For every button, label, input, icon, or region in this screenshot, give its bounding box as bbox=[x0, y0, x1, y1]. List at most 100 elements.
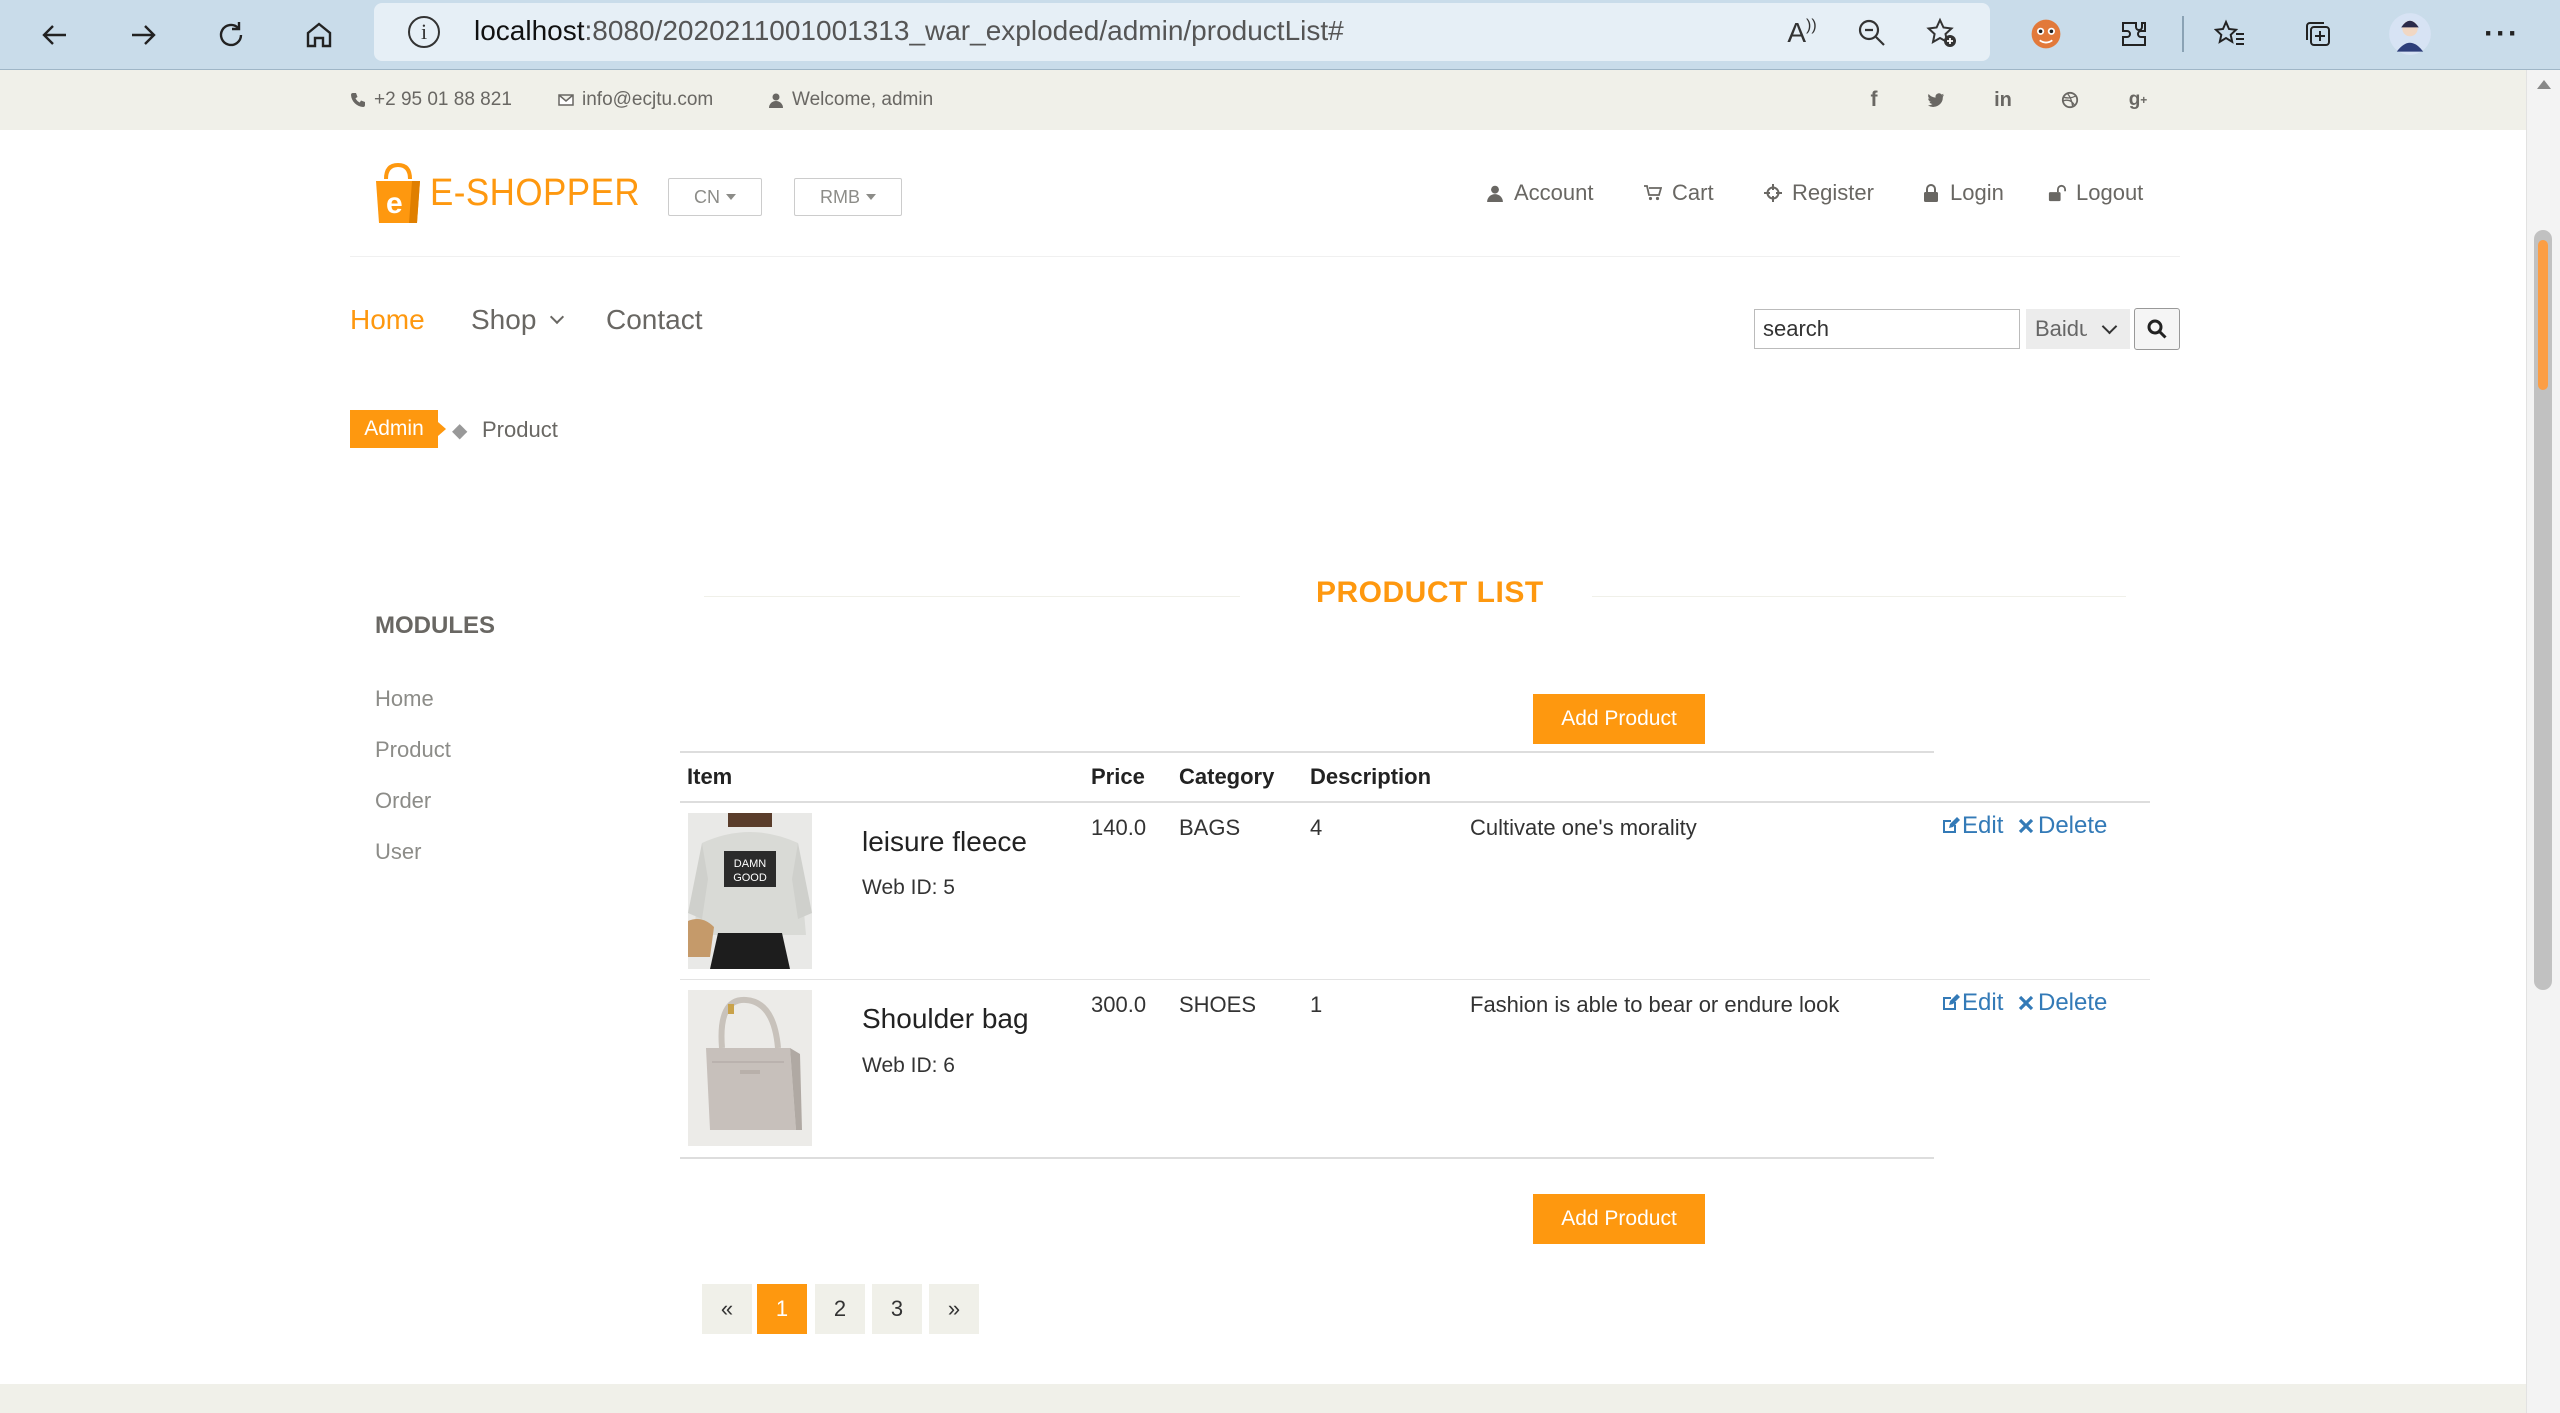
profile-avatar-icon[interactable] bbox=[2386, 10, 2434, 58]
email-contact[interactable]: info@ecjtu.com bbox=[558, 89, 713, 111]
toolbar-divider bbox=[2182, 16, 2184, 52]
more-menu-icon[interactable]: ··· bbox=[2478, 10, 2526, 58]
zoom-out-icon[interactable] bbox=[1854, 15, 1890, 51]
url-text[interactable]: localhost:8080/2020211001001313_war_expl… bbox=[474, 15, 1344, 47]
scroll-up-icon[interactable] bbox=[2537, 80, 2551, 89]
welcome-user: Welcome, admin bbox=[768, 89, 933, 111]
linkedin-icon[interactable]: in bbox=[1987, 84, 2019, 116]
pagination-prev[interactable]: « bbox=[702, 1284, 752, 1334]
svg-text:DAMN: DAMN bbox=[734, 858, 766, 870]
caret-down-icon bbox=[726, 194, 736, 200]
nav-home[interactable]: Home bbox=[350, 304, 425, 336]
search-engine-select[interactable]: Baidu bbox=[2026, 309, 2130, 349]
reload-icon[interactable] bbox=[204, 8, 258, 62]
site-info-icon[interactable]: i bbox=[408, 16, 440, 48]
edit-icon bbox=[1943, 994, 1960, 1010]
favorites-icon[interactable] bbox=[2206, 10, 2254, 58]
nav-shop[interactable]: Shop bbox=[471, 304, 565, 336]
breadcrumb-current: Product bbox=[482, 417, 558, 442]
product-count: 1 bbox=[1310, 992, 1323, 1017]
breadcrumb-admin[interactable]: Admin bbox=[350, 410, 446, 448]
delete-link[interactable]: Delete bbox=[2016, 989, 2107, 1017]
add-product-button-bottom[interactable]: Add Product bbox=[1533, 1194, 1705, 1244]
page-scrollbar[interactable] bbox=[2526, 70, 2560, 1413]
product-image[interactable]: DAMN GOOD bbox=[688, 813, 812, 969]
add-favorite-icon[interactable] bbox=[1924, 15, 1960, 51]
pagination-page-1[interactable]: 1 bbox=[757, 1284, 807, 1334]
logo[interactable]: e E-SHOPPER bbox=[372, 158, 658, 228]
edit-link[interactable]: Edit bbox=[1940, 989, 2003, 1017]
page-title: PRODUCT LIST bbox=[1316, 576, 1544, 609]
address-bar[interactable]: i localhost:8080/2020211001001313_war_ex… bbox=[374, 3, 1990, 61]
sidebar-title: MODULES bbox=[375, 612, 495, 639]
search-engine-value: Baidu bbox=[2035, 316, 2087, 341]
login-label: Login bbox=[1950, 180, 2004, 205]
logout-link[interactable]: Logout bbox=[2048, 180, 2143, 206]
register-label: Register bbox=[1792, 180, 1874, 205]
login-link[interactable]: Login bbox=[1922, 180, 2004, 206]
register-link[interactable]: Register bbox=[1764, 180, 1874, 206]
sidebar-item-user[interactable]: User bbox=[375, 839, 421, 865]
account-label: Account bbox=[1514, 180, 1594, 205]
email-text[interactable]: info@ecjtu.com bbox=[582, 89, 713, 111]
column-header-item: Item bbox=[687, 764, 733, 789]
facebook-icon[interactable]: f bbox=[1858, 84, 1890, 116]
svg-text:e: e bbox=[386, 187, 403, 220]
sidebar-item-home[interactable]: Home bbox=[375, 686, 434, 712]
account-link[interactable]: Account bbox=[1486, 180, 1594, 206]
cart-link[interactable]: Cart bbox=[1644, 180, 1714, 206]
product-image[interactable] bbox=[688, 990, 812, 1146]
edit-label: Edit bbox=[1962, 989, 2004, 1016]
forward-icon[interactable] bbox=[116, 8, 170, 62]
read-aloud-icon[interactable]: A)) bbox=[1784, 15, 1820, 51]
chevron-down-icon bbox=[2101, 318, 2118, 334]
pagination-next[interactable]: » bbox=[929, 1284, 979, 1334]
currency-dropdown[interactable]: RMB bbox=[794, 178, 902, 216]
nav-shop-label: Shop bbox=[471, 304, 537, 335]
nav-contact[interactable]: Contact bbox=[606, 304, 703, 336]
home-icon[interactable] bbox=[292, 8, 346, 62]
product-price: 140.0 bbox=[1091, 815, 1147, 840]
twitter-icon[interactable] bbox=[1920, 84, 1952, 116]
sidebar-item-order[interactable]: Order bbox=[375, 788, 431, 814]
search-input[interactable] bbox=[1754, 309, 2020, 349]
search-icon bbox=[2147, 319, 2167, 339]
collections-icon[interactable] bbox=[2294, 10, 2342, 58]
breadcrumb-separator-icon: ◆ bbox=[452, 420, 468, 442]
column-header-price: Price bbox=[1091, 764, 1145, 789]
pagination-page-3[interactable]: 3 bbox=[872, 1284, 922, 1334]
logo-text: E-SHOPPER bbox=[430, 171, 641, 214]
edit-link[interactable]: Edit bbox=[1940, 812, 2003, 840]
delete-link[interactable]: Delete bbox=[2016, 812, 2107, 840]
delete-icon bbox=[2018, 995, 2034, 1011]
pagination-page-2[interactable]: 2 bbox=[815, 1284, 865, 1334]
google-plus-icon[interactable]: g + bbox=[2122, 84, 2154, 116]
title-rule-right bbox=[1592, 596, 2126, 597]
add-product-button-top[interactable]: Add Product bbox=[1533, 694, 1705, 744]
title-rule-left bbox=[704, 596, 1240, 597]
product-web-id: Web ID: 6 bbox=[862, 1054, 955, 1077]
language-dropdown[interactable]: CN bbox=[668, 178, 762, 216]
column-header-description: Description bbox=[1310, 764, 1432, 789]
header-divider bbox=[350, 256, 2180, 257]
search-button[interactable] bbox=[2134, 308, 2180, 350]
envelope-icon bbox=[558, 94, 574, 106]
currency-value: RMB bbox=[820, 186, 860, 207]
dribbble-icon[interactable] bbox=[2054, 84, 2086, 116]
product-description: Fashion is able to bear or endure look bbox=[1470, 992, 1840, 1017]
logout-label: Logout bbox=[2076, 180, 2144, 205]
delete-icon bbox=[2018, 818, 2034, 834]
product-category: BAGS bbox=[1179, 815, 1241, 840]
product-web-id: Web ID: 5 bbox=[862, 876, 955, 899]
extension-avatar-icon[interactable] bbox=[2022, 10, 2070, 58]
product-category: SHOES bbox=[1179, 992, 1257, 1017]
delete-label: Delete bbox=[2038, 812, 2108, 839]
product-name[interactable]: Shoulder bag bbox=[862, 1003, 1029, 1035]
product-name[interactable]: leisure fleece bbox=[862, 826, 1027, 858]
sidebar-item-product[interactable]: Product bbox=[375, 737, 451, 763]
extensions-icon[interactable] bbox=[2110, 10, 2158, 58]
column-header-category: Category bbox=[1179, 764, 1275, 789]
nav-home-label: Home bbox=[350, 304, 425, 335]
welcome-text: Welcome, admin bbox=[792, 89, 934, 110]
back-icon[interactable] bbox=[28, 8, 82, 62]
